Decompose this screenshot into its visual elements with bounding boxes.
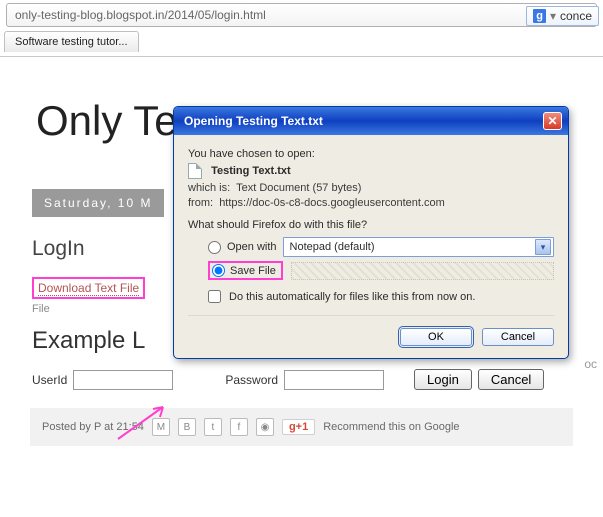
dialog-cancel-button[interactable]: Cancel xyxy=(482,328,554,346)
search-dropdown-icon[interactable]: ▾ xyxy=(550,9,556,23)
tab-bar: Software testing tutor... xyxy=(0,31,603,55)
save-file-label: Save File xyxy=(230,265,276,277)
auto-checkbox[interactable] xyxy=(208,290,221,303)
close-icon[interactable]: ✕ xyxy=(543,112,562,130)
clipped-text: oc xyxy=(584,357,597,371)
url-bar[interactable]: only-testing-blog.blogspot.in/2014/05/lo… xyxy=(6,3,597,27)
cancel-button[interactable]: Cancel xyxy=(478,369,544,390)
ok-button[interactable]: OK xyxy=(400,328,472,346)
password-input[interactable] xyxy=(284,370,384,390)
share-facebook-icon[interactable]: f xyxy=(230,418,248,436)
open-with-row[interactable]: Open with Notepad (default) ▾ xyxy=(208,237,554,257)
login-button[interactable]: Login xyxy=(414,369,472,390)
recommend-label: Recommend this on Google xyxy=(323,421,459,433)
which-is-value: Text Document (57 bytes) xyxy=(236,182,361,194)
open-with-radio[interactable] xyxy=(208,241,221,254)
login-form: UserId Password Login Cancel xyxy=(32,369,603,390)
chevron-down-icon[interactable]: ▾ xyxy=(535,239,551,255)
save-file-row[interactable]: Save File xyxy=(208,261,554,280)
save-file-radio[interactable] xyxy=(212,264,225,277)
url-text[interactable]: only-testing-blog.blogspot.in/2014/05/lo… xyxy=(7,4,560,26)
userid-input[interactable] xyxy=(73,370,173,390)
tab-current[interactable]: Software testing tutor... xyxy=(4,31,139,52)
open-with-select[interactable]: Notepad (default) ▾ xyxy=(283,237,554,257)
from-label: from: xyxy=(188,197,213,209)
auto-label: Do this automatically for files like thi… xyxy=(229,291,475,303)
share-pinterest-icon[interactable]: ◉ xyxy=(256,418,274,436)
disabled-field xyxy=(291,262,554,280)
from-value: https://doc-0s-c8-docs.googleusercontent… xyxy=(219,197,445,209)
dialog-filename: Testing Text.txt xyxy=(211,165,291,177)
post-footer: Posted by P at 21:54 M B t f ◉ g+1 Recom… xyxy=(30,408,573,446)
action-prompt: What should Firefox do with this file? xyxy=(188,219,554,231)
post-date: Saturday, 10 M xyxy=(32,189,164,217)
download-link-highlight: Download Text File xyxy=(32,277,145,299)
document-icon xyxy=(188,163,202,179)
download-text-file-link[interactable]: Download Text File xyxy=(38,281,139,296)
which-is-label: which is: xyxy=(188,182,230,194)
share-email-icon[interactable]: M xyxy=(152,418,170,436)
share-blog-icon[interactable]: B xyxy=(178,418,196,436)
userid-label: UserId xyxy=(32,373,67,387)
dialog-title: Opening Testing Text.txt xyxy=(184,114,323,128)
dialog-titlebar[interactable]: Opening Testing Text.txt ✕ xyxy=(174,107,568,135)
download-dialog: Opening Testing Text.txt ✕ You have chos… xyxy=(173,106,569,359)
google-plus-button[interactable]: g+1 xyxy=(282,419,315,435)
google-icon: g xyxy=(533,9,546,23)
chosen-label: You have chosen to open: xyxy=(188,148,554,160)
password-label: Password xyxy=(225,373,278,387)
share-twitter-icon[interactable]: t xyxy=(204,418,222,436)
open-with-label: Open with xyxy=(227,241,277,253)
save-file-highlight: Save File xyxy=(208,261,283,280)
posted-by: Posted by P at 21:54 xyxy=(42,421,144,433)
search-input[interactable]: conce xyxy=(560,9,592,23)
open-with-value: Notepad (default) xyxy=(290,241,375,253)
search-box[interactable]: g ▾ conce xyxy=(526,6,599,26)
